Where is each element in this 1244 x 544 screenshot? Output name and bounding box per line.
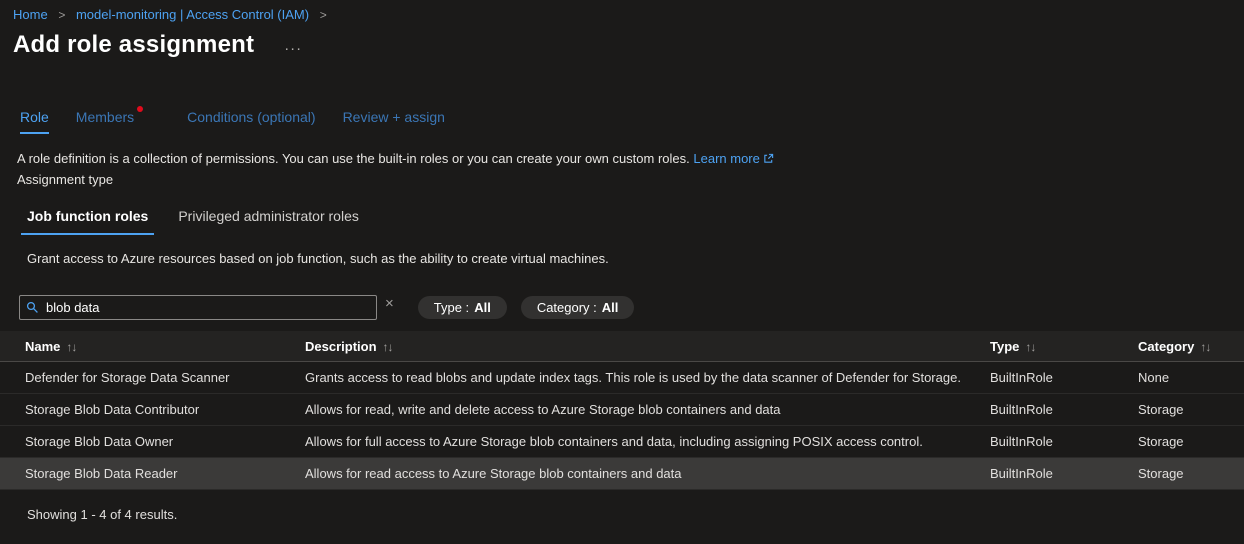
tab-review-assign-label: Review + assign [343,109,445,125]
breadcrumb-separator: > [58,8,65,22]
role-type-cell: BuiltInRole [990,370,1138,385]
role-search-box[interactable] [19,295,377,320]
clear-search-button[interactable]: × [385,296,394,311]
learn-more-link[interactable]: Learn more [693,151,773,166]
role-description-cell: Allows for read, write and delete access… [305,402,990,417]
column-header-category[interactable]: Category↑↓ [1138,339,1244,354]
tab-conditions[interactable]: Conditions (optional) [187,109,315,134]
roles-table: Name↑↓ Description↑↓ Type↑↓ Category↑↓ D… [0,331,1244,490]
role-category-cell: Storage [1138,466,1244,481]
role-definition-intro-text: A role definition is a collection of per… [17,151,690,166]
role-name-cell: Storage Blob Data Reader [25,466,305,481]
role-category-cell: None [1138,370,1244,385]
roles-table-header: Name↑↓ Description↑↓ Type↑↓ Category↑↓ [0,331,1244,362]
category-filter-label: Category : [537,300,597,315]
breadcrumb-link-access-control[interactable]: model-monitoring | Access Control (IAM) [76,7,309,22]
type-filter-pill[interactable]: Type : All [418,296,507,319]
category-filter-value: All [602,300,619,315]
sort-icon: ↑↓ [383,340,393,354]
category-filter-pill[interactable]: Category : All [521,296,635,319]
role-category-cell: Storage [1138,402,1244,417]
grant-access-description: Grant access to Azure resources based on… [27,251,1244,266]
role-type-cell: BuiltInRole [990,466,1138,481]
role-description-cell: Grants access to read blobs and update i… [305,370,990,385]
breadcrumb: Home > model-monitoring | Access Control… [0,0,1244,22]
breadcrumb-separator: > [320,8,327,22]
assignment-type-tabs: Job function roles Privileged administra… [21,208,1244,235]
results-count: Showing 1 - 4 of 4 results. [27,507,1244,522]
tab-members[interactable]: Members [76,109,143,134]
more-options-button[interactable]: ··· [284,40,302,57]
tab-role[interactable]: Role [20,109,49,134]
search-input[interactable] [46,300,370,315]
type-filter-value: All [474,300,491,315]
sort-icon: ↑↓ [1025,340,1035,354]
column-header-description[interactable]: Description↑↓ [305,339,990,354]
role-type-cell: BuiltInRole [990,434,1138,449]
breadcrumb-link-home[interactable]: Home [13,7,48,22]
role-description-cell: Allows for full access to Azure Storage … [305,434,990,449]
type-filter-label: Type : [434,300,469,315]
add-role-assignment-page: Home > model-monitoring | Access Control… [0,0,1244,522]
tab-review-assign[interactable]: Review + assign [343,109,445,134]
assignment-type-label: Assignment type [17,172,1244,187]
title-row: Add role assignment ··· [13,30,1244,60]
table-row-defender-for-storage-data-scanner[interactable]: Defender for Storage Data Scanner Grants… [0,362,1244,394]
role-type-cell: BuiltInRole [990,402,1138,417]
tab-members-label: Members [76,109,134,125]
tab-privileged-administrator-roles[interactable]: Privileged administrator roles [172,208,365,235]
sort-icon: ↑↓ [66,340,76,354]
role-description-cell: Allows for read access to Azure Storage … [305,466,990,481]
role-name-cell: Defender for Storage Data Scanner [25,370,305,385]
column-header-name[interactable]: Name↑↓ [25,339,305,354]
members-alert-dot-icon [137,106,143,112]
table-row-storage-blob-data-contributor[interactable]: Storage Blob Data Contributor Allows for… [0,394,1244,426]
page-title: Add role assignment [13,30,254,60]
wizard-tabs: Role Members Conditions (optional) Revie… [20,109,1244,134]
table-row-storage-blob-data-reader[interactable]: Storage Blob Data Reader Allows for read… [0,458,1244,490]
external-link-icon [763,153,774,164]
tab-role-label: Role [20,109,49,125]
search-icon [26,301,39,314]
tab-conditions-label: Conditions (optional) [187,109,315,125]
table-row-storage-blob-data-owner[interactable]: Storage Blob Data Owner Allows for full … [0,426,1244,458]
sort-icon: ↑↓ [1200,340,1210,354]
role-definition-intro: A role definition is a collection of per… [17,151,1244,166]
tab-job-function-roles[interactable]: Job function roles [21,208,154,235]
role-name-cell: Storage Blob Data Owner [25,434,305,449]
role-name-cell: Storage Blob Data Contributor [25,402,305,417]
role-category-cell: Storage [1138,434,1244,449]
search-filter-row: × Type : All Category : All [19,295,1244,321]
column-header-type[interactable]: Type↑↓ [990,339,1138,354]
